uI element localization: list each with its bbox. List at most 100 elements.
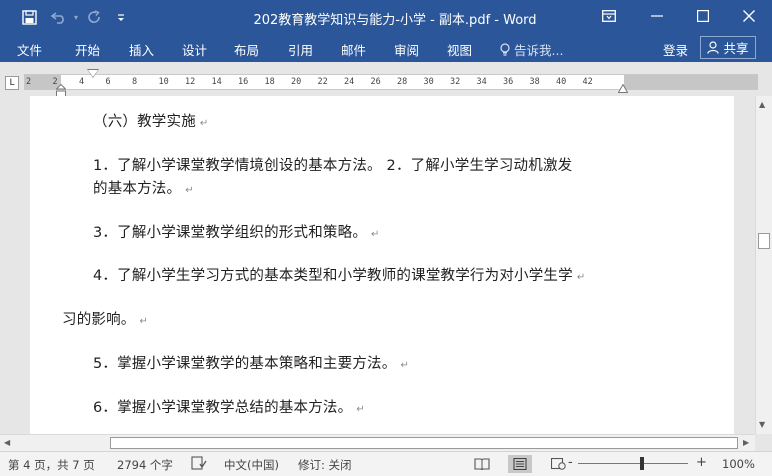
close-icon[interactable] [726,0,772,32]
proofing-icon[interactable] [191,456,207,473]
document-page[interactable]: （六）教学实施 ↵ 1．了解小学课堂教学情境创设的基本方法。 2．了解小学生学习动… [30,96,734,434]
zoom-in-button[interactable]: + [696,455,707,470]
sign-in-link[interactable]: 登录 [663,40,688,59]
tab-layout[interactable]: 布局 [234,40,259,59]
tab-design[interactable]: 设计 [182,40,207,59]
paragraph-heading[interactable]: （六）教学实施 ↵ [93,110,209,131]
zoom-slider-thumb[interactable] [640,457,644,470]
paragraph-line[interactable]: 6．掌握小学课堂教学总结的基本方法。 ↵ [93,396,365,417]
read-mode-icon[interactable] [470,455,494,473]
horizontal-ruler[interactable]: 2 2 4 6 8 10 12 14 16 18 20 22 24 26 28 30 32 34 36 38 40 42 [24,74,758,90]
tab-insert[interactable]: 插入 [129,40,154,59]
ruler-tick-label: 20 [291,77,302,87]
ruler-tick-label: 40 [556,77,567,87]
maximize-icon[interactable] [680,0,726,32]
ribbon-display-options-icon[interactable] [586,0,632,32]
ruler-tick-label: 16 [238,77,249,87]
paragraph-line[interactable]: 1．了解小学课堂教学情境创设的基本方法。 2．了解小学生学习动机激发 [93,154,572,175]
ruler-tick-label: 26 [370,77,381,87]
tell-me-box[interactable]: 告诉我... [500,40,563,59]
ruler-tick-label: 42 [582,77,593,87]
tab-mailings[interactable]: 邮件 [341,40,366,59]
scrollbar-corner [755,434,772,451]
paragraph-mark: ↵ [356,404,365,415]
ruler-tick-label: 10 [158,77,169,87]
title-bar: ▾ 202教育教学知识与能力-小学 - 副本.pdf - Word [0,0,772,34]
paragraph-line[interactable]: 4．了解小学生学习方式的基本类型和小学教师的课堂教学行为对小学生学 ↵ [93,264,585,285]
zoom-out-button[interactable]: - [568,455,573,470]
ruler-tick-label: 14 [211,77,222,87]
undo-icon[interactable] [48,6,70,28]
vertical-scrollbar[interactable]: ▲ ▼ [755,96,772,434]
tab-file[interactable]: 文件 [17,40,42,59]
tab-selector-button[interactable]: L [5,76,19,90]
ruler-tick-label: 38 [529,77,540,87]
ruler-tick-label: 30 [423,77,434,87]
paragraph-text: （六）教学实施 [93,114,196,130]
ruler-right-margin [624,75,758,89]
horizontal-scrollbar[interactable]: ◀ ▶ [0,434,755,451]
window-title: 202教育教学知识与能力-小学 - 副本.pdf - Word [253,13,537,28]
ruler-tick-label: 12 [185,77,196,87]
tab-review[interactable]: 审阅 [394,40,419,59]
undo-dropdown-icon[interactable]: ▾ [70,6,82,28]
paragraph-mark: ↵ [400,360,410,371]
ribbon-tab-bar: 文件 开始 插入 设计 布局 引用 邮件 审阅 视图 告诉我... 登录 共享 [0,34,772,62]
ruler-tick-label: 4 [79,77,85,87]
scroll-right-icon[interactable]: ▶ [743,438,749,447]
paragraph-text: 4．了解小学生学习方式的基本类型和小学教师的课堂教学行为对小学生学 [93,268,573,284]
print-layout-icon[interactable] [508,455,532,473]
ruler-tick-label: 2 [26,77,32,87]
ruler-tick-label: 36 [503,77,514,87]
save-icon[interactable] [18,6,40,28]
document-area: （六）教学实施 ↵ 1．了解小学课堂教学情境创设的基本方法。 2．了解小学生学习动… [0,96,755,434]
share-label: 共享 [723,41,749,56]
paragraph-mark: ↵ [185,185,194,196]
paragraph-text: 1．了解小学课堂教学情境创设的基本方法。 2．了解小学生学习动机激发 [93,158,573,174]
tab-view[interactable]: 视图 [447,40,472,59]
paragraph-text: 5．掌握小学课堂教学的基本策略和主要方法。 [93,356,397,372]
paragraph-line[interactable]: 的基本方法。 ↵ [93,177,194,198]
horizontal-scroll-thumb[interactable] [110,437,738,449]
paragraph-mark: ↵ [371,229,380,240]
paragraph-line[interactable]: 习的影响。 ↵ [62,308,148,329]
language-indicator[interactable]: 中文(中国) [224,457,279,473]
ruler-tick-label: 34 [476,77,487,87]
scroll-down-icon[interactable]: ▼ [759,420,765,429]
share-button[interactable]: 共享 [700,36,756,59]
first-line-indent-marker-fill [88,70,98,77]
paragraph-line[interactable]: 5．掌握小学课堂教学的基本策略和主要方法。 ↵ [93,352,409,373]
paragraph-text: 习的影响。 [62,312,136,328]
word-count[interactable]: 2794 个字 [117,457,173,473]
web-layout-icon[interactable] [546,455,570,473]
paragraph-line[interactable]: 3．了解小学课堂教学组织的形式和策略。 ↵ [93,221,380,242]
minimize-icon[interactable] [634,0,680,32]
ruler-tick-label: 24 [344,77,355,87]
zoom-slider-track[interactable] [578,463,688,464]
vertical-scroll-thumb[interactable] [758,233,770,249]
ruler-tick-label: 6 [105,77,111,87]
track-changes-status[interactable]: 修订: 关闭 [298,457,352,473]
page-count[interactable]: 第 4 页，共 7 页 [8,457,95,473]
customize-qat-icon[interactable] [113,6,129,28]
person-icon [707,41,720,54]
redo-icon[interactable] [83,6,105,28]
zoom-level[interactable]: 100% [722,457,755,471]
scroll-up-icon[interactable]: ▲ [759,100,765,109]
paragraph-mark: ↵ [576,272,586,283]
paragraph-text: 3．了解小学课堂教学组织的形式和策略。 [93,225,368,241]
paragraph-mark: ↵ [139,316,149,327]
scroll-left-icon[interactable]: ◀ [4,438,10,447]
tab-references[interactable]: 引用 [288,40,313,59]
right-indent-marker[interactable] [618,84,628,93]
paragraph-text: 6．掌握小学课堂教学总结的基本方法。 [93,400,353,416]
paragraph-text: 的基本方法。 [93,181,182,197]
tell-me-label: 告诉我... [514,43,564,58]
lightbulb-icon [500,42,510,56]
ruler-tick-label: 22 [317,77,328,87]
tab-home[interactable]: 开始 [75,40,100,59]
paragraph-mark: ↵ [199,118,209,129]
ruler-tick-label: 8 [132,77,138,87]
ruler-tick-label: 18 [264,77,275,87]
ruler-tick-label: 28 [397,77,408,87]
